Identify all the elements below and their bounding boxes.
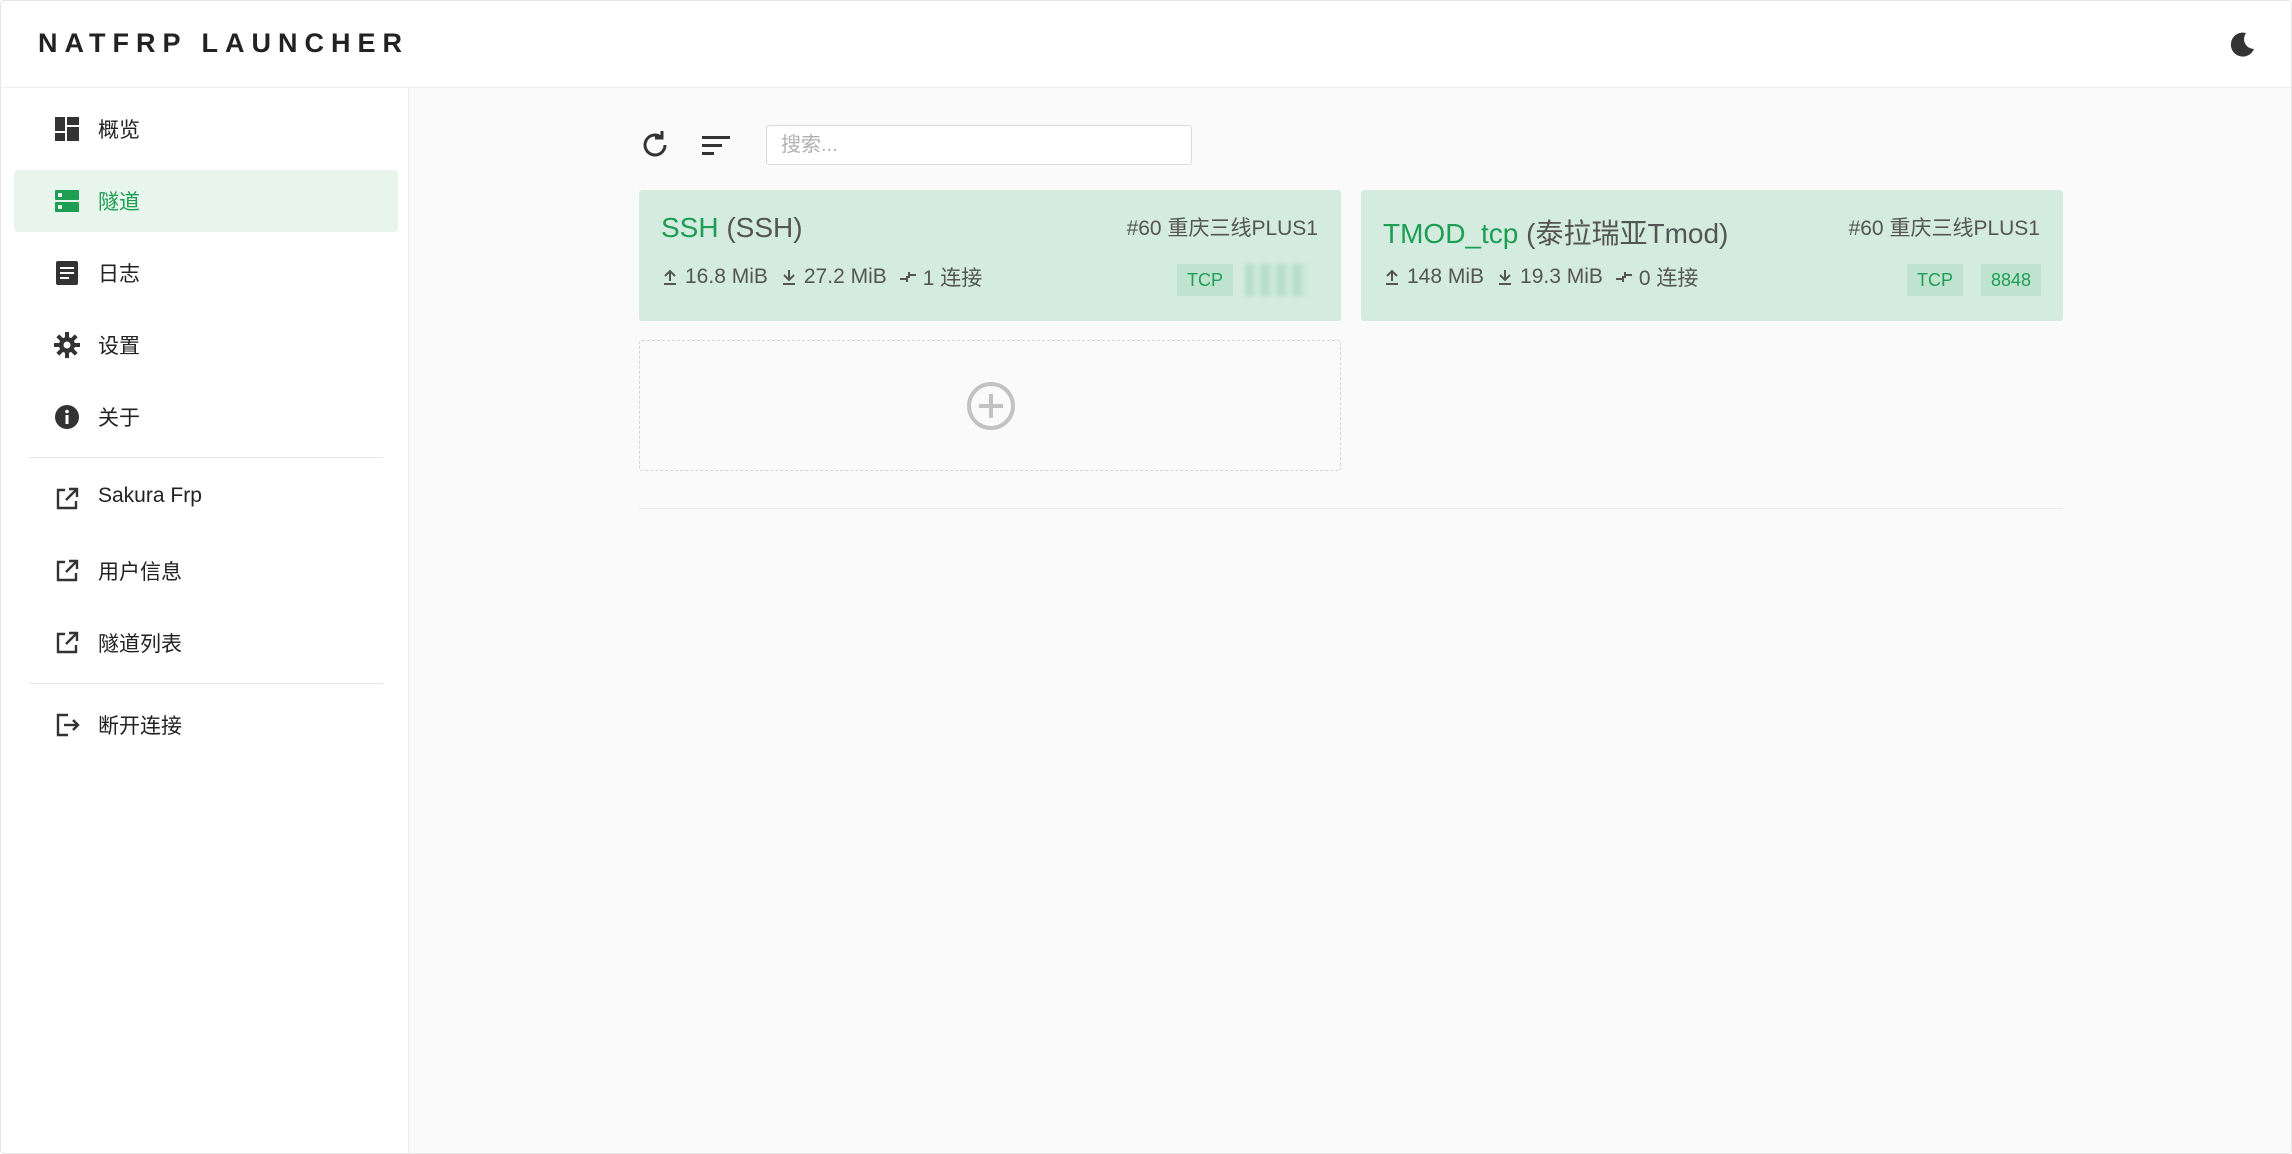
download-value: 19.3 MiB [1520,265,1603,288]
app-window: NATFRP LAUNCHER 概览 隧道 日志 设置 关于 Sakura Fr… [0,0,2292,1154]
sidebar-link-label: 隧道列表 [98,633,182,656]
connection-icon [899,272,916,282]
info-icon [54,404,80,430]
protocol-badge: TCP [1177,264,1233,296]
protocol-badge: TCP [1907,264,1963,296]
search-input[interactable] [766,125,1192,165]
tunnel-name: TMOD_tcp [1383,218,1519,249]
sidebar-link-label: Sakura Frp [98,484,202,507]
logout-label: 断开连接 [98,715,182,738]
tunnel-type: (泰拉瑞亚Tmod) [1526,218,1729,249]
external-link-icon [54,630,80,656]
tunnel-card[interactable]: SSH (SSH) #60 重庆三线PLUS1 16.8 MiB 27.2 Mi… [639,190,1341,321]
download-icon [1499,270,1512,285]
sidebar-item-label: 日志 [98,263,140,286]
tunnel-stats: 16.8 MiB 27.2 MiB 1 连接 [661,262,994,292]
tunnel-stats: 148 MiB 19.3 MiB 0 连接 [1383,262,1710,292]
tunnel-title: TMOD_tcp (泰拉瑞亚Tmod) [1383,212,1728,252]
upload-icon [1386,269,1398,285]
download-icon [782,270,795,285]
connections-value: 1 连接 [922,267,983,290]
add-tunnel-button[interactable] [639,340,1341,471]
log-icon [54,260,80,286]
sidebar-item-settings[interactable]: 设置 [14,314,398,376]
header: NATFRP LAUNCHER [1,1,2291,88]
sidebar-item-overview[interactable]: 概览 [14,98,398,160]
upload-value: 148 MiB [1407,265,1485,288]
sidebar-divider [29,457,383,458]
app-title: NATFRP LAUNCHER [38,28,409,58]
sort-icon[interactable] [699,128,733,162]
logout-icon [54,712,80,738]
sidebar-item-tunnels[interactable]: 隧道 [14,170,398,232]
tunnel-type: (SSH) [726,212,803,243]
tunnel-card[interactable]: TMOD_tcp (泰拉瑞亚Tmod) #60 重庆三线PLUS1 148 Mi… [1361,190,2063,321]
tunnel-name: SSH [661,212,719,243]
moon-icon[interactable] [2226,29,2258,61]
refresh-icon[interactable] [638,128,672,162]
add-circle-icon [967,382,1015,430]
port-badge [1245,264,1307,296]
sidebar-link-user-info[interactable]: 用户信息 [14,540,398,602]
tunnel-title: SSH (SSH) [661,212,803,244]
sidebar: 概览 隧道 日志 设置 关于 Sakura Frp 用户信息 隧道列表 断开连接 [1,88,409,1153]
sidebar-item-label: 关于 [98,407,140,430]
external-link-icon [54,558,80,584]
sidebar-item-label: 概览 [98,119,140,142]
tunnel-node: #60 重庆三线PLUS1 [1848,217,2040,240]
main-content: SSH (SSH) #60 重庆三线PLUS1 16.8 MiB 27.2 Mi… [409,88,2291,1153]
connections-value: 0 连接 [1638,267,1699,290]
content-divider [639,508,2063,509]
connection-icon [1615,272,1632,282]
sidebar-item-label: 设置 [98,335,140,358]
server-icon [54,188,80,214]
sidebar-item-label: 隧道 [98,191,140,214]
upload-value: 16.8 MiB [685,265,768,288]
sidebar-divider [29,683,383,684]
tunnel-node: #60 重庆三线PLUS1 [1126,217,1318,240]
sidebar-link-sakura-frp[interactable]: Sakura Frp [14,468,398,530]
logout-button[interactable]: 断开连接 [14,694,398,756]
dashboard-icon [54,116,80,142]
upload-icon [664,269,676,285]
port-badge: 8848 [1981,264,2042,296]
sidebar-item-about[interactable]: 关于 [14,386,398,448]
sidebar-link-label: 用户信息 [98,561,182,584]
download-value: 27.2 MiB [803,265,887,288]
external-link-icon [54,486,80,512]
sidebar-item-logs[interactable]: 日志 [14,242,398,304]
gear-icon [54,332,80,358]
sidebar-link-tunnel-list[interactable]: 隧道列表 [14,612,398,674]
